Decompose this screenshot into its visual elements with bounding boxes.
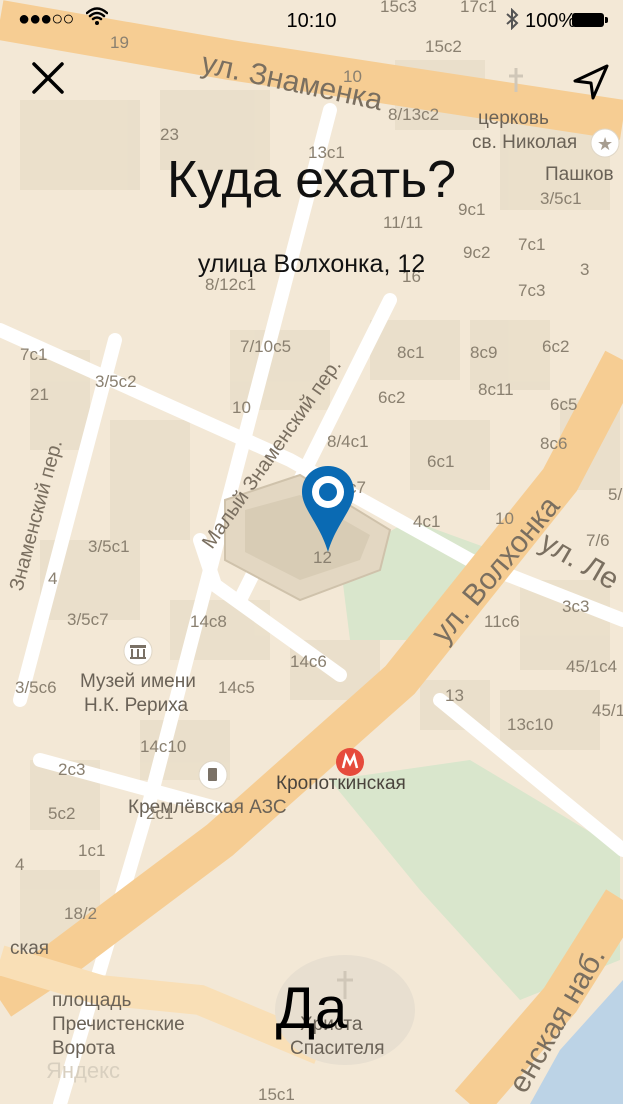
house-number-label: 18/2 — [64, 904, 97, 923]
location-pin-icon[interactable] — [300, 464, 356, 554]
bluetooth-icon — [505, 7, 519, 36]
screen: ул. Знаменка Малый Знаменский пер. Знаме… — [0, 0, 623, 1104]
house-number-label: 7/10c5 — [240, 337, 291, 356]
status-bar: ●●●○○ 10:10 100% — [0, 0, 623, 40]
house-number-label: 10 — [232, 398, 251, 417]
house-number-label: 3/5c2 — [95, 372, 137, 391]
house-number-label: 2c3 — [58, 760, 85, 779]
battery-icon — [572, 13, 608, 27]
poi-left-edge: ская — [10, 938, 49, 959]
gas-station-icon — [198, 760, 228, 790]
house-number-label: 8/13c2 — [388, 105, 439, 124]
poi-church-line1: церковь — [478, 108, 549, 129]
museum-icon — [123, 636, 153, 666]
house-number-label: 8c1 — [397, 343, 424, 362]
battery-percent: 100% — [525, 10, 577, 32]
selected-address: улица Волхонка, 12 — [197, 250, 426, 278]
house-number-label: 3/5c6 — [15, 678, 57, 697]
house-number-label: 6c2 — [542, 337, 569, 356]
house-number-label: 3c3 — [562, 597, 589, 616]
poi-museum-line1: Музей имени — [80, 671, 196, 692]
house-number-label: 23 — [160, 125, 179, 144]
house-number-label: 10 — [495, 509, 514, 528]
locate-me-button[interactable] — [571, 62, 611, 102]
house-number-label: 10 — [343, 67, 362, 86]
house-number-label: 8c6 — [540, 434, 567, 453]
house-number-label: 4 — [15, 855, 24, 874]
house-number-label: 6c5 — [550, 395, 577, 414]
house-number-label: 7c3 — [518, 281, 545, 300]
house-number-label: 21 — [30, 385, 49, 404]
house-number-label: 5c2 — [48, 804, 75, 823]
house-number-label: 2c1 — [146, 804, 173, 823]
house-number-label: 13 — [445, 686, 464, 705]
house-number-label: 14c10 — [140, 737, 186, 756]
house-number-label: 6c2 — [378, 388, 405, 407]
house-number-label: 8c11 — [478, 380, 514, 399]
house-number-label: 5/ — [608, 485, 622, 504]
house-number-label: 4c1 — [413, 512, 440, 531]
house-number-label: 7c1 — [20, 345, 47, 364]
close-icon — [32, 62, 64, 94]
house-number-label: 45/1c4 — [566, 657, 617, 676]
house-number-label: 14c6 — [290, 652, 327, 671]
metro-icon — [336, 748, 364, 776]
house-number-label: 13c10 — [507, 715, 553, 734]
house-number-label: 14c5 — [218, 678, 255, 697]
house-number-label: 8/4c1 — [327, 432, 369, 451]
house-number-label: 6c1 — [427, 452, 454, 471]
house-number-label: 4 — [48, 569, 57, 588]
page-title: Куда ехать? — [166, 151, 457, 209]
house-number-label: 3/5c7 — [67, 610, 109, 629]
house-number-label: 1c1 — [78, 841, 105, 860]
house-number-label: 3/5c1 — [88, 537, 130, 556]
poi-metro-label: Кропоткинская — [276, 773, 406, 794]
close-button[interactable] — [28, 58, 68, 98]
house-number-label: 11c6 — [484, 612, 520, 631]
confirm-button[interactable]: Да — [0, 975, 623, 1042]
house-number-label: 15c1 — [258, 1085, 295, 1104]
house-number-label: 8c9 — [470, 343, 497, 362]
house-number-label: 45/1 — [592, 701, 623, 720]
house-number-label: 11/11 — [383, 213, 423, 232]
house-number-label: 14c8 — [190, 612, 227, 631]
navigation-arrow-icon — [573, 64, 609, 100]
yandex-logo: Яндекс — [46, 1058, 120, 1083]
house-number-label: 7/6 — [586, 531, 610, 550]
poi-museum-line2: Н.К. Рериха — [84, 695, 188, 716]
